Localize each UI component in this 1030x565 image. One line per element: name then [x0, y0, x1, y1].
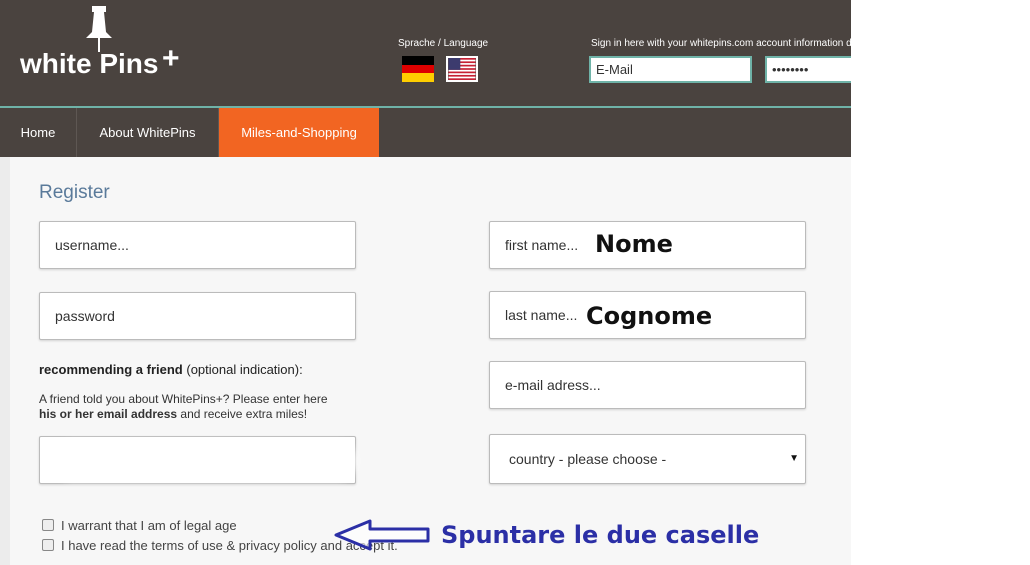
signin-label: Sign in here with your whitepins.com acc… — [591, 38, 851, 49]
main-nav: Home About WhitePins Miles-and-Shopping — [0, 108, 851, 157]
de-flag-icon[interactable] — [402, 56, 434, 82]
password-input[interactable]: password — [39, 292, 356, 340]
logo-plus: + — [162, 42, 180, 75]
legal-age-checkbox[interactable] — [42, 519, 54, 531]
recommend-text-bold: his or her email address — [39, 407, 178, 421]
recommend-text-2: and receive extra miles! — [177, 407, 308, 421]
annotation-arrow-icon — [334, 519, 430, 551]
recommend-label-rest: (optional indication): — [182, 362, 303, 377]
page-title: Register — [39, 182, 110, 203]
us-flag-icon[interactable] — [446, 56, 478, 82]
nav-miles-and-shopping[interactable]: Miles-and-Shopping — [219, 108, 379, 157]
browser-page: white Pins + Sprache / Language Sign in … — [0, 0, 851, 565]
pin-icon — [86, 6, 112, 52]
recommend-label: recommending a friend (optional indicati… — [39, 362, 303, 377]
nav-about[interactable]: About WhitePins — [77, 108, 218, 157]
site-logo[interactable]: white Pins + — [20, 4, 180, 79]
recommend-text-1: A friend told you about WhitePins+? Plea… — [39, 392, 328, 406]
language-label: Sprache / Language — [398, 38, 489, 49]
nav-home[interactable]: Home — [0, 108, 76, 157]
annotation-cognome: Cognome — [586, 302, 713, 330]
username-input[interactable]: username... — [39, 221, 356, 269]
legal-age-checkbox-row[interactable]: I warrant that I am of legal age — [42, 518, 237, 533]
site-header: white Pins + Sprache / Language Sign in … — [0, 0, 851, 106]
legal-age-label: I warrant that I am of legal age — [61, 518, 237, 533]
country-select[interactable]: country - please choose - ▼ — [489, 434, 806, 484]
recommend-label-bold: recommending a friend — [39, 362, 183, 377]
terms-checkbox[interactable] — [42, 539, 54, 551]
logo-text: white Pins — [20, 48, 159, 79]
header-password-input[interactable]: •••••••• — [765, 56, 851, 83]
recommend-description: A friend told you about WhitePins+? Plea… — [39, 392, 359, 422]
annotation-nome: Nome — [595, 230, 673, 258]
country-select-label: country - please choose - — [509, 451, 667, 467]
chevron-down-icon: ▼ — [789, 453, 799, 464]
email-input[interactable]: e-mail adress... — [489, 361, 806, 409]
annotation-spuntare: Spuntare le due caselle — [441, 521, 760, 549]
redacted-area — [60, 448, 350, 474]
header-email-input[interactable]: E-Mail — [589, 56, 752, 83]
page-left-border — [0, 157, 10, 565]
